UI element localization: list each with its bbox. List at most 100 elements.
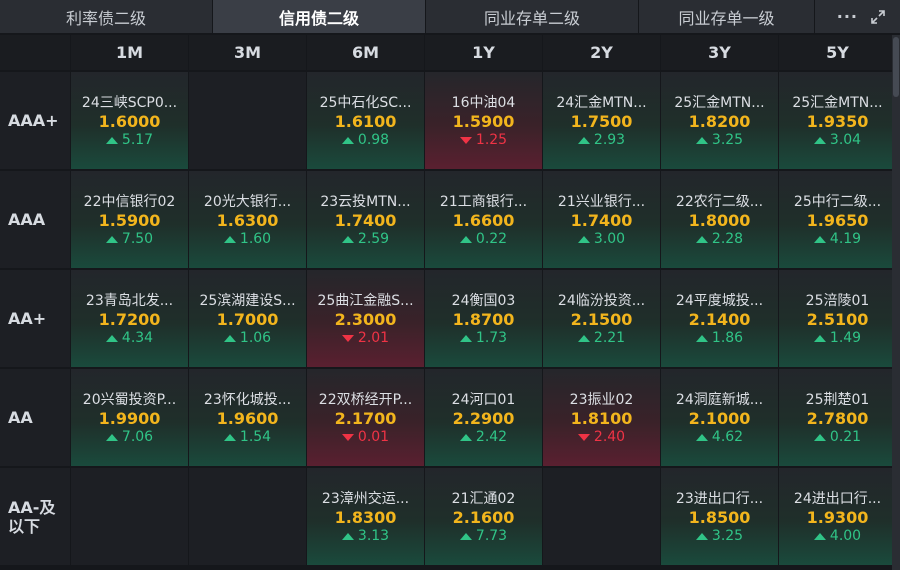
yield-change: 0.01 xyxy=(341,429,389,446)
bond-cell[interactable]: 24三峡SCP0... 1.6000 5.17 xyxy=(71,72,188,169)
bond-yield: 1.9300 xyxy=(806,508,869,527)
change-value: 0.21 xyxy=(829,429,862,445)
bond-cell[interactable]: 22中信银行02 1.5900 7.50 xyxy=(71,171,188,268)
bond-cell[interactable]: 25滨湖建设S... 1.7000 1.06 xyxy=(189,270,306,367)
arrow-up-icon xyxy=(223,434,236,441)
arrow-down-icon xyxy=(577,434,590,441)
bond-name: 23怀化城投... xyxy=(203,392,292,408)
bond-cell[interactable]: 24平度城投... 2.1400 1.86 xyxy=(661,270,778,367)
change-value: 1.25 xyxy=(475,132,508,148)
more-icon[interactable]: ··· xyxy=(837,7,858,26)
bond-cell[interactable]: 25涪陵01 2.5100 1.49 xyxy=(779,270,896,367)
bond-cell[interactable]: 21工商银行... 1.6600 0.22 xyxy=(425,171,542,268)
bond-name: 24衡国03 xyxy=(451,293,516,309)
bond-cell[interactable]: 23进出口行... 1.8500 3.25 xyxy=(661,468,778,565)
bond-cell[interactable]: 20光大银行... 1.6300 1.60 xyxy=(189,171,306,268)
bond-cell[interactable]: 22双桥经开P... 2.1700 0.01 xyxy=(307,369,424,466)
bond-cell[interactable]: 25汇金MTN... 1.9350 3.04 xyxy=(779,72,896,169)
arrow-up-icon xyxy=(459,533,472,540)
bond-cell[interactable]: 23怀化城投... 1.9600 1.54 xyxy=(189,369,306,466)
bond-cell[interactable]: 24临汾投资... 2.1500 2.21 xyxy=(543,270,660,367)
change-value: 2.40 xyxy=(593,429,626,445)
bond-name: 23振业02 xyxy=(569,392,634,408)
arrow-down-icon xyxy=(459,137,472,144)
bond-name: 21兴业银行... xyxy=(557,194,646,210)
column-header: 1Y xyxy=(425,35,542,70)
yield-change: 3.25 xyxy=(695,528,744,545)
bond-matrix: 1M 3M 6M 1Y 2Y 3Y 5Y AAA+ 24三峡SCP0... 1.6000 5.17 2… xyxy=(0,35,896,565)
bond-cell[interactable]: 23漳州交运... 1.8300 3.13 xyxy=(307,468,424,565)
expand-icon[interactable] xyxy=(870,9,886,25)
scrollbar[interactable] xyxy=(892,35,900,570)
bond-name: 20兴蜀投资P... xyxy=(82,392,177,408)
bond-name: 24临汾投资... xyxy=(557,293,646,309)
yield-change: 3.00 xyxy=(577,231,625,248)
bond-cell[interactable]: 25曲江金融S... 2.3000 2.01 xyxy=(307,270,424,367)
bond-cell[interactable]: 23青岛北发... 1.7200 4.34 xyxy=(71,270,188,367)
bond-cell[interactable]: 23振业02 1.8100 2.40 xyxy=(543,369,660,466)
yield-change: 2.21 xyxy=(577,330,625,347)
bond-yield: 2.1000 xyxy=(688,409,751,428)
bond-cell[interactable]: 24衡国03 1.8700 1.73 xyxy=(425,270,542,367)
bond-yield: 1.9600 xyxy=(216,409,279,428)
arrow-up-icon xyxy=(459,335,472,342)
change-value: 2.42 xyxy=(475,429,508,445)
yield-change: 2.01 xyxy=(341,330,390,347)
bond-name: 24平度城投... xyxy=(675,293,764,309)
bond-yield: 1.9900 xyxy=(98,409,161,428)
yield-change: 7.73 xyxy=(459,528,507,545)
bond-cell[interactable]: 24汇金MTN... 1.7500 2.93 xyxy=(543,72,660,169)
arrow-up-icon xyxy=(695,434,708,441)
bond-cell[interactable]: 25荆楚01 2.7800 0.21 xyxy=(779,369,896,466)
arrow-up-icon xyxy=(695,137,708,144)
bond-cell[interactable]: 24进出口行... 1.9300 4.00 xyxy=(779,468,896,565)
change-value: 2.01 xyxy=(357,330,390,346)
yield-change: 2.42 xyxy=(459,429,508,446)
tab-ncd-secondary[interactable]: 同业存单二级 xyxy=(426,0,639,33)
bond-cell[interactable]: 16中油04 1.5900 1.25 xyxy=(425,72,542,169)
bond-cell[interactable]: 21汇通02 2.1600 7.73 xyxy=(425,468,542,565)
bond-name: 21汇通02 xyxy=(451,491,516,507)
bond-name: 23青岛北发... xyxy=(85,293,174,309)
bond-cell[interactable]: 25中石化SC... 1.6100 0.98 xyxy=(307,72,424,169)
bond-yield: 1.8300 xyxy=(334,508,397,527)
yield-change: 4.34 xyxy=(105,330,153,347)
bond-name: 22农行二级... xyxy=(675,194,764,210)
bond-yield: 1.7400 xyxy=(570,211,633,230)
tab-tools: ··· xyxy=(815,0,900,33)
arrow-up-icon xyxy=(813,137,826,144)
change-value: 3.25 xyxy=(711,528,744,544)
bond-yield: 1.7200 xyxy=(98,310,161,329)
change-value: 4.00 xyxy=(829,528,862,544)
bond-yield: 1.9350 xyxy=(806,112,869,131)
bond-name: 25中行二级... xyxy=(793,194,882,210)
change-value: 4.19 xyxy=(829,231,862,247)
bond-name: 22双桥经开P... xyxy=(318,392,413,408)
bond-yield: 1.8100 xyxy=(570,409,633,428)
bond-cell[interactable]: 21兴业银行... 1.7400 3.00 xyxy=(543,171,660,268)
scroll-thumb[interactable] xyxy=(893,37,899,97)
yield-change: 7.06 xyxy=(105,429,153,446)
bond-name: 22中信银行02 xyxy=(83,194,176,210)
bond-cell[interactable]: 22农行二级... 1.8000 2.28 xyxy=(661,171,778,268)
tab-credit-bond-secondary[interactable]: 信用债二级 xyxy=(213,0,426,33)
bond-name: 16中油04 xyxy=(451,95,516,111)
bond-yield: 1.5900 xyxy=(98,211,161,230)
bond-cell[interactable]: 20兴蜀投资P... 1.9900 7.06 xyxy=(71,369,188,466)
change-value: 1.49 xyxy=(829,330,862,346)
arrow-up-icon xyxy=(695,335,708,342)
bond-yield: 1.8500 xyxy=(688,508,751,527)
arrow-up-icon xyxy=(105,137,118,144)
bond-cell[interactable]: 25中行二级... 1.9650 4.19 xyxy=(779,171,896,268)
tab-ncd-primary[interactable]: 同业存单一级 xyxy=(639,0,815,33)
tab-rate-bond-secondary[interactable]: 利率债二级 xyxy=(0,0,213,33)
row-header: AAA xyxy=(0,171,70,268)
bond-name: 25涪陵01 xyxy=(805,293,870,309)
matrix-corner xyxy=(0,35,70,70)
bond-cell[interactable]: 24河口01 2.2900 2.42 xyxy=(425,369,542,466)
bond-cell[interactable]: 25汇金MTN... 1.8200 3.25 xyxy=(661,72,778,169)
bond-cell[interactable]: 24洞庭新城... 2.1000 4.62 xyxy=(661,369,778,466)
bond-cell[interactable]: 23云投MTN... 1.7400 2.59 xyxy=(307,171,424,268)
bond-yield: 1.8700 xyxy=(452,310,515,329)
empty-cell xyxy=(543,468,660,565)
